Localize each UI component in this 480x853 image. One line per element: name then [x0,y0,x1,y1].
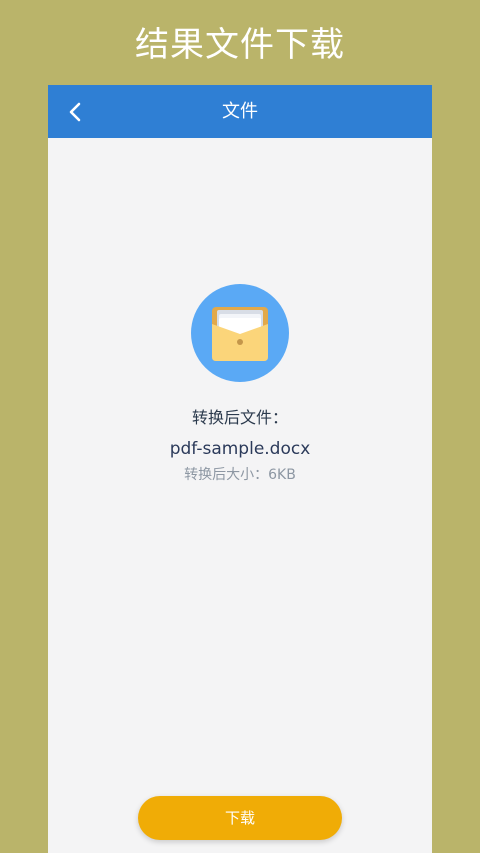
file-name: pdf-sample.docx [169,439,311,459]
nav-bar: 文件 [48,85,432,138]
converted-file-label: 转换后文件： [191,408,288,427]
nav-title: 文件 [222,101,258,122]
back-button[interactable] [56,92,96,132]
file-icon-circle [191,284,289,382]
chevron-left-icon [69,102,81,122]
download-button[interactable]: 下载 [138,796,342,840]
folder-envelope-icon [212,307,268,361]
app-screen: 文件 转换后文件： pdf-sample.docx 转换后大小：6KB 下载 [48,85,432,853]
promo-title: 结果文件下载 [135,25,345,65]
file-size: 转换后大小：6KB [184,467,296,483]
